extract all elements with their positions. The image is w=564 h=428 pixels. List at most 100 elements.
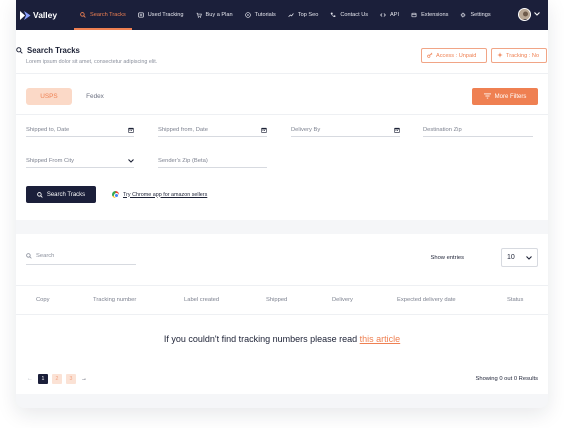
field-placeholder: Delivery By (291, 126, 321, 133)
nav-label: Tutorials (254, 12, 276, 18)
filter-icon (483, 92, 491, 101)
logo-icon (20, 10, 31, 20)
delivery-by-field[interactable]: Delivery By (291, 123, 400, 137)
nav-item-contact-us[interactable]: Contact Us (330, 0, 368, 30)
page-header: Search Tracks Lorem ipsum dolor sit amet… (16, 30, 548, 74)
nav-item-buy-a-plan[interactable]: Buy a Plan (196, 0, 233, 30)
cart-icon (196, 12, 202, 18)
page-button[interactable]: 1 (38, 374, 48, 384)
shipped-from-city-select[interactable]: Shipped From City (26, 154, 134, 168)
tracking-status-badge[interactable]: Tracking : No (491, 48, 547, 63)
page-title-text: Search Tracks (27, 46, 80, 55)
field-placeholder: Sender's Zip (Beta) (158, 157, 208, 164)
entries-select[interactable]: 10 (501, 248, 538, 267)
code-icon (380, 12, 386, 18)
table-header: Copy Tracking number Label created Shipp… (16, 285, 548, 315)
nav-item-used-tracking[interactable]: Used Tracking (137, 0, 184, 30)
chart-icon (288, 12, 294, 18)
field-placeholder: Shipped from, Date (158, 126, 208, 133)
prev-page-button[interactable]: ← (26, 374, 34, 384)
puzzle-icon (411, 12, 417, 18)
results-count: Showing 0 out 0 Results (475, 376, 538, 382)
user-menu[interactable] (518, 8, 540, 21)
field-placeholder: Shipped to, Date (26, 126, 70, 133)
field-placeholder: Destination Zip (423, 126, 462, 133)
show-entries-label: Show entries (430, 255, 464, 261)
access-status-badge[interactable]: Access : Unpaid (421, 48, 487, 63)
empty-message-text: If you couldn't find tracking numbers pl… (163, 334, 358, 344)
sparkle-icon (497, 51, 503, 60)
page-subtitle: Lorem ipsum dolor sit amet, consectetur … (26, 59, 158, 65)
empty-state-message: If you couldn't find tracking numbers pl… (16, 334, 548, 344)
nav-item-settings[interactable]: Settings (460, 0, 491, 30)
tab-fedex[interactable]: Fedex (72, 88, 118, 105)
more-filters-label: More Filters (494, 93, 527, 100)
article-link[interactable]: this article (360, 334, 401, 344)
nav-item-tutorials[interactable]: Tutorials (244, 0, 276, 30)
logo[interactable]: Valley (20, 10, 66, 21)
pagination: ← 1 2 3 → (26, 374, 92, 384)
search-tracks-label: Search Tracks (46, 191, 86, 198)
nav-label: Search Tracks (90, 12, 126, 18)
entries-value: 10 (507, 254, 515, 261)
nav-label: Used Tracking (147, 12, 184, 18)
phone-icon (330, 12, 336, 18)
more-filters-button[interactable]: More Filters (472, 88, 538, 105)
tab-usps[interactable]: USPS (26, 88, 72, 105)
page-button[interactable]: 3 (66, 374, 76, 384)
chrome-link-label: Try Chrome app for amazon sellers (123, 191, 208, 198)
calendar-icon[interactable] (128, 127, 134, 133)
nav-label: Settings (470, 12, 491, 18)
play-icon (244, 12, 251, 18)
nav-item-top-seo[interactable]: Top Seo (288, 0, 318, 30)
chevron-down-icon (534, 11, 540, 18)
results-card: Search Show entries 10 Copy Tracking num… (16, 234, 548, 394)
key-icon (427, 52, 433, 60)
search-icon (80, 12, 86, 18)
search-icon (16, 47, 23, 54)
field-placeholder: Shipped From City (26, 157, 75, 164)
table-search-input[interactable]: Search (26, 248, 136, 265)
tracking-label: Tracking : No (506, 52, 540, 59)
gear-icon (460, 12, 466, 18)
nav-item-extensions[interactable]: Extensions (411, 0, 448, 30)
column-header[interactable]: Status (507, 297, 523, 303)
nav-item-search-tracks[interactable]: Search Tracks (74, 0, 132, 30)
shipped-from-date-field[interactable]: Shipped from, Date (158, 123, 267, 137)
shipped-to-date-field[interactable]: Shipped to, Date (26, 123, 134, 137)
page-button[interactable]: 2 (52, 374, 62, 384)
page-title: Search Tracks (16, 46, 80, 55)
carrier-tabs: USPS Fedex (26, 88, 118, 105)
avatar (518, 8, 531, 21)
access-label: Access : Unpaid (436, 52, 477, 59)
column-header[interactable]: Label created (184, 297, 219, 303)
column-header[interactable]: Copy (36, 297, 50, 303)
column-header[interactable]: Tracking number (93, 297, 136, 303)
next-page-button[interactable]: → (80, 374, 88, 384)
search-placeholder: Search (36, 253, 55, 259)
app-window: Valley Search Tracks Used Tracking Buy a… (16, 0, 548, 408)
nav-label: Contact Us (340, 12, 369, 18)
column-header[interactable]: Expected delivery date (397, 297, 456, 303)
search-tracks-button[interactable]: Search Tracks (26, 186, 96, 203)
calendar-icon[interactable] (261, 127, 267, 133)
filters-card: USPS Fedex More Filters Shipped to, Date… (16, 74, 548, 220)
destination-zip-field[interactable]: Destination Zip (423, 123, 533, 137)
chevron-down-icon (128, 158, 134, 163)
search-icon (36, 191, 43, 198)
divider (16, 114, 548, 115)
calendar-icon[interactable] (394, 127, 400, 133)
chevron-down-icon (526, 255, 532, 260)
senders-zip-field[interactable]: Sender's Zip (Beta) (158, 154, 267, 168)
nav-label: API (390, 12, 400, 18)
column-header[interactable]: Shipped (266, 297, 287, 303)
top-navbar: Valley Search Tracks Used Tracking Buy a… (16, 0, 548, 30)
list-icon (137, 12, 144, 18)
nav-label: Buy a Plan (205, 12, 233, 18)
column-header[interactable]: Delivery (332, 297, 353, 303)
search-icon (26, 253, 32, 259)
nav-item-api[interactable]: API (380, 0, 399, 30)
chrome-app-link[interactable]: Try Chrome app for amazon sellers (112, 191, 207, 198)
chrome-icon (112, 191, 119, 198)
nav-label: Extensions (421, 12, 449, 18)
